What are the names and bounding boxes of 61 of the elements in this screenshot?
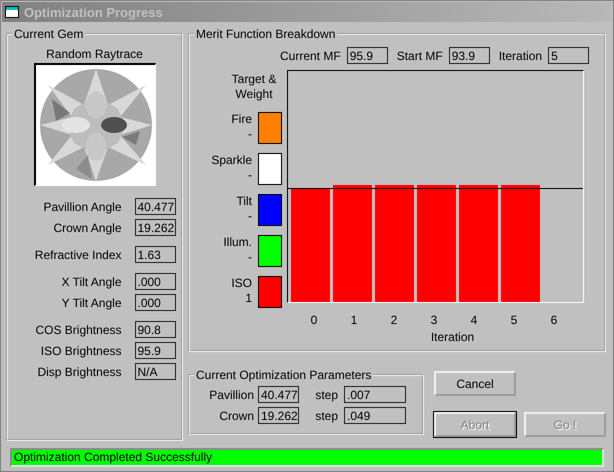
axis-tick-label: 0 xyxy=(310,313,318,327)
value-field: .000 xyxy=(134,294,176,311)
value-field: 95.9 xyxy=(134,342,176,359)
field-label: X Tilt Angle xyxy=(60,274,122,288)
target-name: ISO xyxy=(231,276,252,291)
field-label: Crown xyxy=(218,408,254,422)
field-label: COS Brightness xyxy=(34,322,122,336)
field-label: Current MF xyxy=(280,48,341,62)
axis-tick-label: 2 xyxy=(390,313,398,327)
field-label: Pavillion Angle xyxy=(42,200,122,214)
value-field: .007 xyxy=(344,386,406,403)
axis-tick-label: 6 xyxy=(550,313,558,327)
value-field: 93.9 xyxy=(448,47,490,64)
value-field: 1.63 xyxy=(134,246,176,263)
target-weight: 1 xyxy=(245,291,252,306)
value-field: N/A xyxy=(134,363,176,380)
image-caption: Random Raytrace xyxy=(46,47,143,61)
value-field: 40.477 xyxy=(134,198,176,215)
dialog-button[interactable]: Cancel xyxy=(434,371,516,396)
field-label: Iteration xyxy=(498,48,542,62)
field-label: Start MF xyxy=(396,48,443,62)
field-label: step xyxy=(314,388,338,402)
color-swatch[interactable] xyxy=(258,276,282,308)
target-weight: - xyxy=(248,168,252,183)
field-label: Refractive Index xyxy=(34,248,122,262)
value-field: .049 xyxy=(344,407,406,424)
value-field: 90.8 xyxy=(134,321,176,338)
color-swatch[interactable] xyxy=(258,235,282,267)
field-label: Y Tilt Angle xyxy=(60,296,122,310)
axis-tick-label: 3 xyxy=(430,313,438,327)
target-name: Illum. xyxy=(223,235,252,250)
target-weight: - xyxy=(248,250,252,265)
status-bar: Optimization Completed Successfully xyxy=(10,448,604,467)
axis-tick-label: 1 xyxy=(350,313,358,327)
value-field: .000 xyxy=(134,273,176,290)
group-title: Current Gem xyxy=(13,27,84,41)
color-swatch[interactable] xyxy=(258,153,282,185)
field-label: Disp Brightness xyxy=(36,364,122,378)
axis-label: Iteration xyxy=(430,330,474,344)
group-title: Current Optimization Parameters xyxy=(195,368,372,382)
target-weight: - xyxy=(248,127,252,142)
color-swatch[interactable] xyxy=(258,194,282,226)
value-field: 40.477 xyxy=(258,386,299,403)
value-field: 19.262 xyxy=(134,219,176,236)
value-field: 19.262 xyxy=(258,407,299,424)
value-field: 5 xyxy=(548,47,590,64)
window-icon xyxy=(5,6,19,18)
color-swatch[interactable] xyxy=(258,112,282,144)
target-weight: - xyxy=(248,209,252,224)
field-label: Crown Angle xyxy=(52,220,122,234)
target-name: Tilt xyxy=(236,194,252,209)
field-label: Pavillion xyxy=(208,388,254,402)
target-name: Sparkle xyxy=(211,153,252,168)
value-field: 95.9 xyxy=(346,47,388,64)
target-name: Fire xyxy=(231,112,252,127)
axis-tick-label: 4 xyxy=(470,313,478,327)
axis-tick-label: 5 xyxy=(510,313,518,327)
group-title: Merit Function Breakdown xyxy=(195,27,336,41)
legend-title: Target & Weight xyxy=(230,72,278,102)
field-label: ISO Brightness xyxy=(40,344,122,358)
field-label: step xyxy=(314,408,338,422)
